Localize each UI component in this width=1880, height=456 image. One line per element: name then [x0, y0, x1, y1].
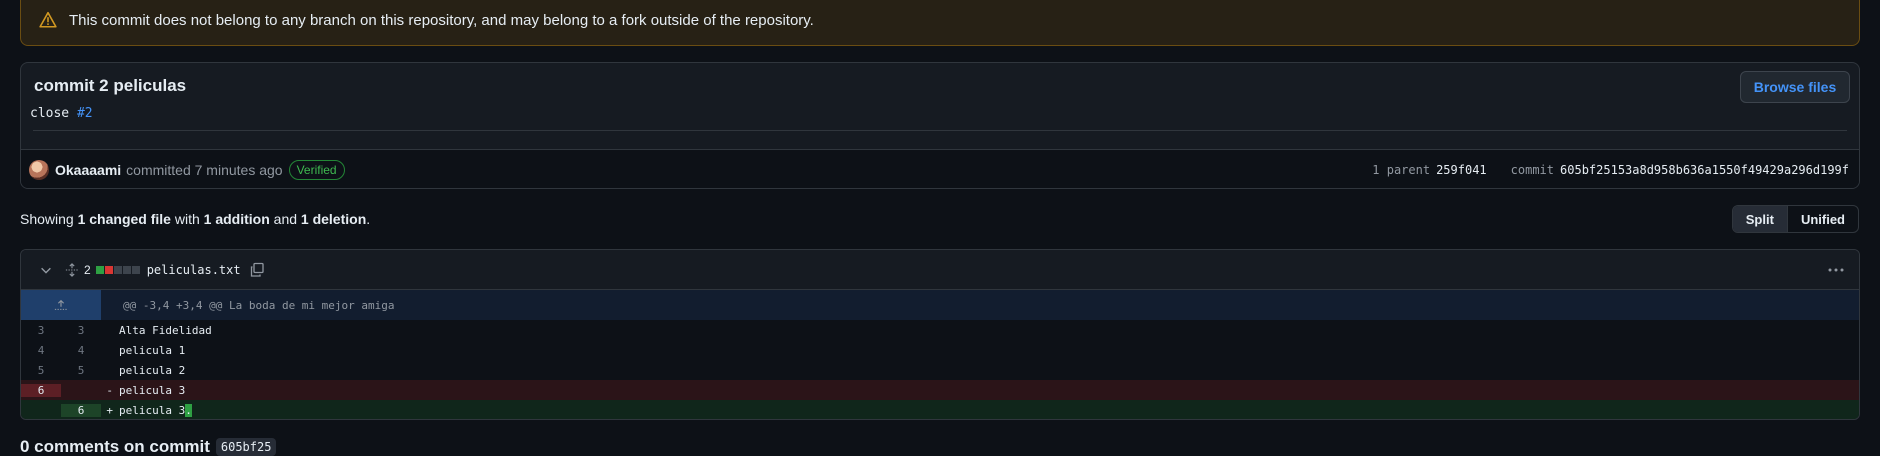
line-code: pelicula 3.	[119, 403, 1859, 417]
hunk-header: @@ -3,4 +3,4 @@ La boda de mi mejor amig…	[21, 290, 1859, 320]
line-text: pelicula 3	[119, 383, 186, 397]
old-line-number[interactable]: 6	[21, 383, 61, 397]
added-char-highlight: .	[185, 403, 192, 417]
diff-line: 3 3 Alta Fidelidad	[21, 320, 1859, 340]
summary-additions: 1 addition	[203, 211, 270, 227]
verified-badge[interactable]: Verified	[288, 160, 345, 180]
fork-warning-banner: This commit does not belong to any branc…	[20, 0, 1860, 46]
line-text: pelicula 1	[119, 343, 186, 357]
diff-line: 4 4 pelicula 1	[21, 340, 1859, 360]
commit-label: commit	[1510, 163, 1555, 177]
parent-sha-link[interactable]: 259f041	[1436, 163, 1487, 177]
summary-showing: Showing	[20, 211, 74, 227]
split-view-button[interactable]: Split	[1732, 206, 1788, 232]
diff-line: 6 + pelicula 3.	[21, 400, 1859, 419]
change-count: 2	[84, 262, 91, 277]
new-line-number[interactable]: 5	[61, 364, 101, 377]
comments-heading: 0 comments on commit 605bf25	[20, 437, 277, 456]
diff-sign: +	[106, 403, 113, 417]
expand-all-icon[interactable]	[65, 262, 79, 277]
line-text: Alta Fidelidad	[119, 323, 212, 337]
new-line-number[interactable]: 6	[61, 403, 101, 417]
comments-label: 0 comments on commit	[20, 437, 210, 456]
alert-icon	[39, 11, 57, 29]
line-code: pelicula 1	[119, 344, 1859, 357]
new-line-number[interactable]: 3	[61, 324, 101, 337]
commit-sha-chip[interactable]: 605bf25	[215, 438, 277, 456]
kebab-menu-icon[interactable]	[1827, 262, 1845, 278]
commit-description-text: close	[30, 106, 77, 121]
diffstat-bar	[95, 265, 140, 274]
commit-sha[interactable]: 605bf25153a8d958b636a1550f49429a296d199f	[1560, 163, 1849, 177]
banner-message: This commit does not belong to any branc…	[69, 11, 814, 29]
chevron-down-icon[interactable]	[39, 263, 53, 277]
issue-link[interactable]: #2	[77, 106, 93, 121]
commit-header-box: commit 2 peliculas close #2 Browse files…	[20, 62, 1860, 189]
divider	[33, 130, 1847, 131]
summary-period: .	[366, 211, 371, 227]
commit-action-text: committed 7 minutes ago	[126, 162, 283, 178]
old-line-number[interactable]: 3	[21, 324, 61, 337]
diff-sign: -	[106, 383, 113, 397]
diff-summary: Showing 1 changed file with 1 addition a…	[20, 211, 370, 227]
commit-description: close #2	[30, 106, 1847, 121]
diff-line: 6 - pelicula 3	[21, 380, 1859, 400]
summary-with: with	[174, 211, 200, 227]
commit-meta: Okaaaami committed 7 minutes ago Verifie…	[21, 149, 1859, 188]
old-line-number[interactable]: 4	[21, 344, 61, 357]
diff-lines: @@ -3,4 +3,4 @@ La boda de mi mejor amig…	[21, 290, 1859, 419]
diff-view-toggle: Split Unified	[1731, 205, 1859, 233]
browse-files-button[interactable]: Browse files	[1740, 71, 1850, 103]
line-code: pelicula 3	[119, 384, 1859, 397]
line-code: pelicula 2	[119, 364, 1859, 377]
diff-line: 5 5 pelicula 2	[21, 360, 1859, 380]
file-name[interactable]: peliculas.txt	[147, 263, 241, 277]
summary-and: and	[273, 211, 298, 227]
old-line-number[interactable]: 5	[21, 364, 61, 377]
new-line-number[interactable]: 4	[61, 344, 101, 357]
avatar[interactable]	[29, 160, 49, 180]
unified-view-button[interactable]: Unified	[1788, 206, 1858, 232]
hunk-text: @@ -3,4 +3,4 @@ La boda de mi mejor amig…	[123, 298, 395, 312]
line-text: pelicula 3	[119, 403, 186, 417]
expand-up-icon[interactable]	[21, 290, 101, 320]
line-text: pelicula 2	[119, 363, 186, 377]
summary-changed: 1 changed file	[77, 211, 171, 227]
line-code: Alta Fidelidad	[119, 324, 1859, 337]
parent-label: 1 parent	[1372, 163, 1431, 177]
file-diff: 2 peliculas.txt @@ -3,4 +3,4 @@ La boda …	[20, 249, 1860, 420]
summary-deletions: 1 deletion	[300, 211, 367, 227]
author-link[interactable]: Okaaaami	[55, 162, 121, 178]
commit-title: commit 2 peliculas	[34, 76, 187, 95]
commit-shas: 1 parent 259f041 commit 605bf25153a8d958…	[1372, 150, 1849, 188]
file-header: 2 peliculas.txt	[21, 250, 1859, 290]
copy-icon[interactable]	[249, 262, 265, 278]
